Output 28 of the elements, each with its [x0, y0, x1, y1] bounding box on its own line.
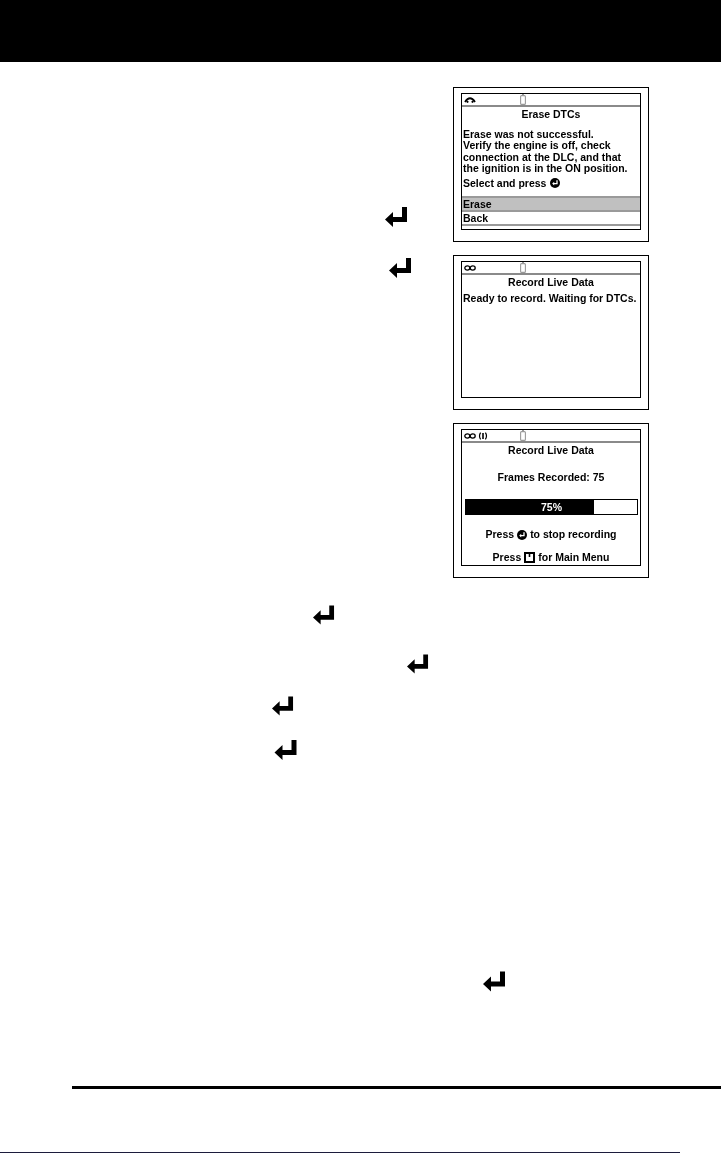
progress-reading: 75%: [541, 501, 562, 513]
screen-message: Verify the engine is off, check connection at the DLC, and that the ignition is in the ON position.: [463, 140, 629, 175]
battery-icon: [520, 430, 526, 441]
instruction-text: for Main Menu: [538, 551, 610, 563]
instruction-text: Press: [485, 529, 515, 541]
enter-key-icon: [274, 740, 298, 760]
enter-key-icon: [389, 258, 412, 278]
square-key-icon: [524, 551, 536, 563]
screen-message: Ready to record. Waiting for DTCs.: [463, 292, 638, 304]
enter-button-icon: [550, 178, 561, 189]
battery-icon: [520, 94, 526, 105]
instruction-text: Press: [492, 551, 522, 563]
menu-option[interactable]: Erase: [462, 196, 640, 210]
enter-key-icon: [385, 207, 408, 227]
menu-option[interactable]: Back: [462, 210, 640, 224]
enter-key-icon: [407, 654, 429, 674]
instruction-text: to stop recording: [530, 529, 617, 541]
enter-key-icon: [483, 971, 506, 992]
enter-key-icon: [272, 696, 294, 716]
screen-title: Record Live Data: [507, 443, 595, 457]
prompt-text: Select and press: [463, 177, 547, 189]
battery-icon: [520, 262, 526, 273]
enter-key-icon: [313, 605, 335, 625]
enter-button-icon: [517, 529, 528, 540]
screen-title: Record Live Data: [507, 275, 595, 289]
frames-recorded-text: Frames Recorded: 75: [496, 471, 606, 483]
screen-message: Erase was not successful.: [463, 128, 595, 140]
screen-title: Erase DTCs: [520, 107, 582, 121]
